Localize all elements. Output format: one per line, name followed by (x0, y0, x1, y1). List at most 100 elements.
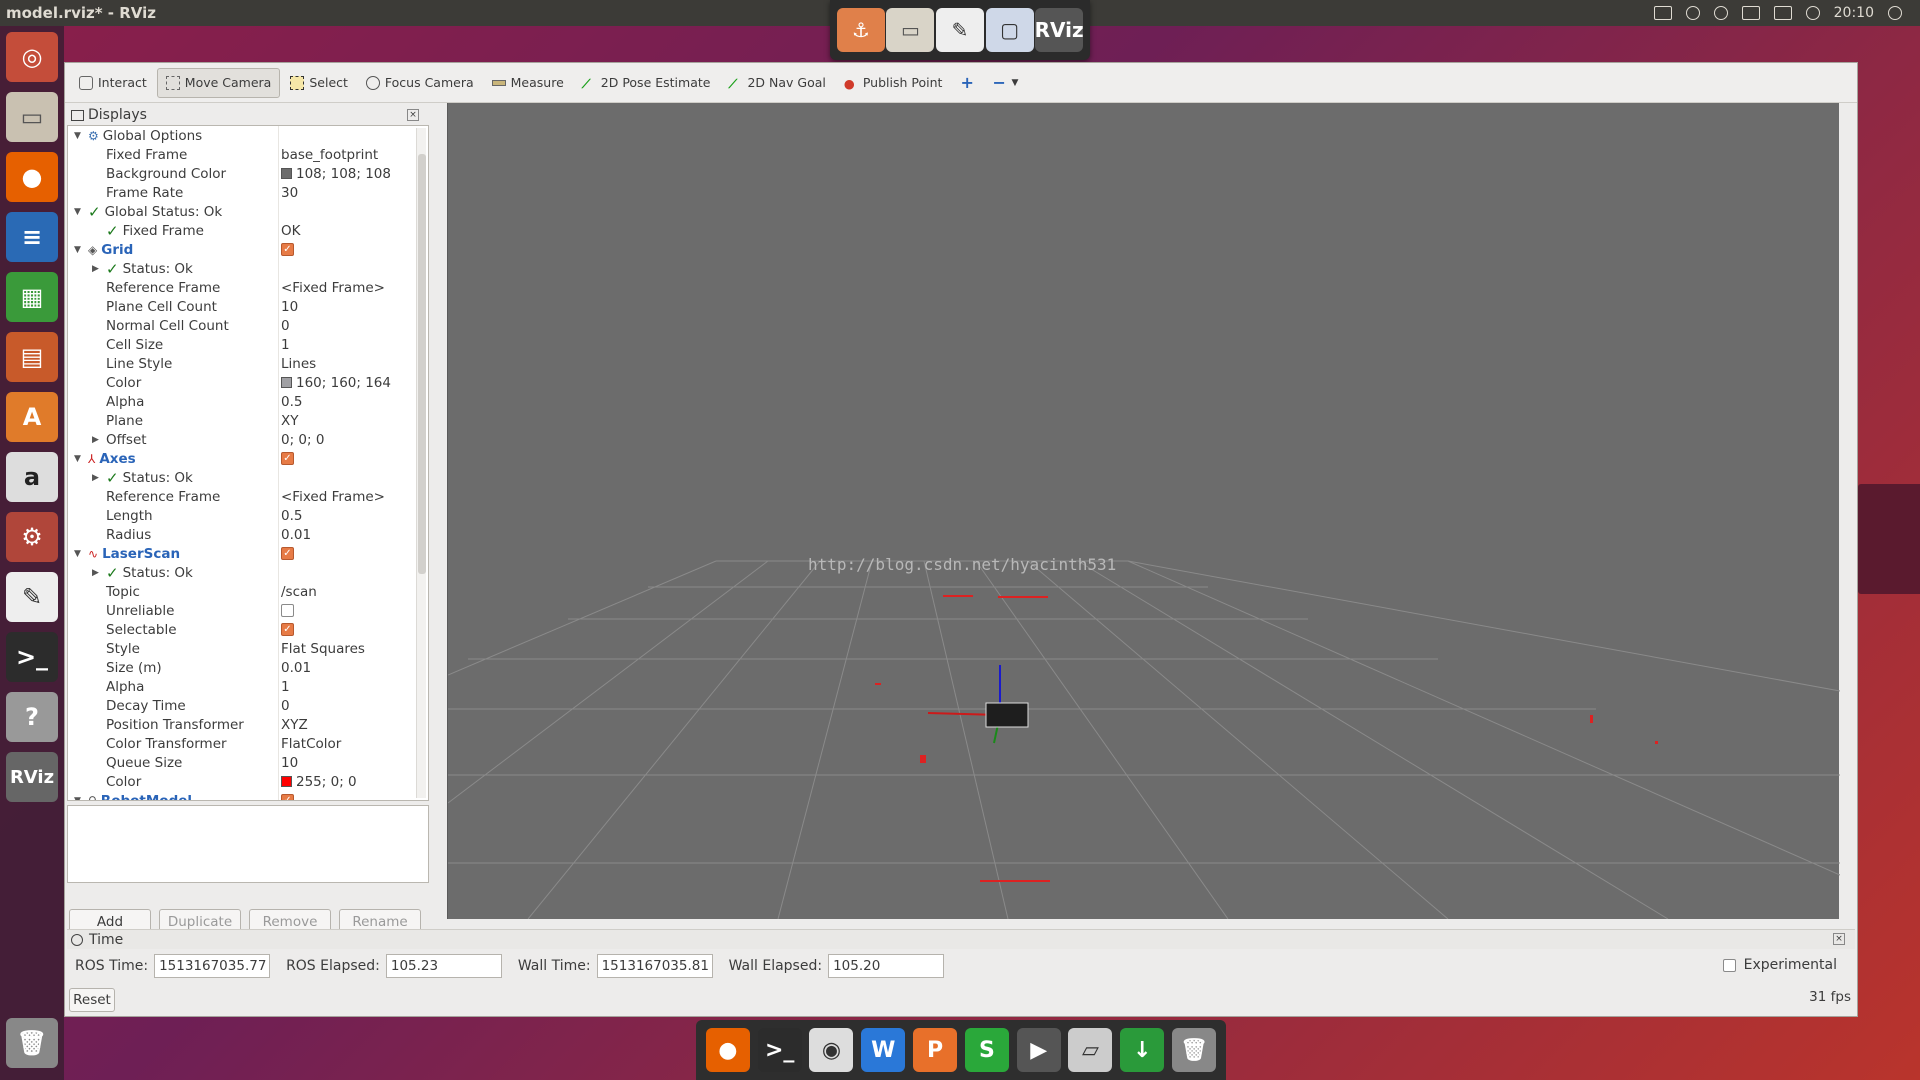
tree-row[interactable]: Plane XY (68, 411, 428, 430)
close-icon[interactable]: × (1833, 933, 1845, 945)
anchor-icon[interactable]: ⚓ (836, 8, 885, 52)
expand-right-icon[interactable]: ▶ (92, 264, 102, 274)
gear-icon[interactable] (1888, 6, 1902, 20)
tree-row[interactable]: ✓ Fixed Frame OK (68, 221, 428, 240)
expand-down-icon[interactable]: ▼ (74, 131, 84, 141)
publish-point-tool[interactable]: ● Publish Point (836, 68, 951, 98)
wall-elapsed-field[interactable]: 105.20 (828, 954, 945, 978)
media-icon[interactable]: ◉ (809, 1028, 854, 1072)
tree-row-value[interactable]: 30 (281, 185, 298, 201)
impress-icon[interactable]: ▤ (6, 332, 58, 382)
tree-row-value[interactable]: 0.01 (281, 660, 311, 676)
trash-icon[interactable]: 🗑 (6, 1018, 58, 1068)
tree-row-value[interactable]: base_footprint (281, 147, 378, 163)
tree-row-value[interactable] (281, 604, 298, 617)
expand-down-icon[interactable]: ▼ (74, 245, 84, 255)
files-icon[interactable]: ▭ (6, 92, 58, 142)
tree-row-value[interactable]: /scan (281, 584, 317, 600)
expand-down-icon[interactable]: ▼ (74, 796, 84, 801)
tree-row-value[interactable]: 10 (281, 755, 298, 771)
tree-row[interactable]: Topic/scan (68, 582, 428, 601)
tree-row-value[interactable]: 1 (281, 337, 290, 353)
tree-row-value[interactable]: <Fixed Frame> (281, 489, 385, 505)
tree-row[interactable]: Color 255; 0; 0 (68, 772, 428, 791)
tree-row[interactable]: ▶ ✓ Status: Ok (68, 563, 428, 582)
wifi-icon[interactable] (1685, 6, 1700, 20)
app-icon[interactable]: ▱ (1068, 1028, 1113, 1072)
tree-row[interactable]: Normal Cell Count 0 (68, 316, 428, 335)
editor-icon[interactable]: ✎ (935, 8, 984, 52)
keyboard-icon[interactable] (1653, 6, 1672, 20)
tree-row[interactable]: Selectable ✓ (68, 620, 428, 639)
measure-tool[interactable]: Measure (484, 68, 572, 98)
settings-icon[interactable]: ⚙ (6, 512, 58, 562)
ros-elapsed-field[interactable]: 105.23 (385, 954, 502, 978)
tree-row-value[interactable]: OK (281, 223, 300, 239)
tree-row[interactable]: Color 160; 160; 164 (68, 373, 428, 392)
mail-icon[interactable] (1741, 6, 1760, 20)
tree-row[interactable]: ▼ ∿ LaserScan ✓ (68, 544, 428, 563)
move-camera-tool[interactable]: Move Camera (156, 67, 281, 98)
expand-down-icon[interactable]: ▼ (74, 549, 84, 559)
expand-right-icon[interactable]: ▶ (92, 473, 102, 483)
files-icon[interactable]: ▭ (886, 8, 935, 52)
tree-row[interactable]: ▼ ◈ Grid ✓ (68, 240, 428, 259)
tree-row-value[interactable]: 0.01 (281, 527, 311, 543)
terminal-icon[interactable]: >_ (6, 632, 58, 682)
tree-row-value[interactable]: ✓ (281, 794, 298, 800)
render-viewport[interactable]: http://blog.csdn.net/hyacinth531 (447, 103, 1840, 919)
tree-row-value[interactable]: ✓ (281, 623, 298, 636)
tree-row[interactable]: Unreliable (68, 601, 428, 620)
color-swatch[interactable] (281, 168, 292, 179)
interact-tool[interactable]: Interact (71, 68, 155, 98)
remove-tool-button[interactable]: − ▼ (984, 68, 1026, 98)
tree-row-value[interactable]: 108; 108; 108 (281, 166, 391, 182)
tree-row-value[interactable]: ✓ (281, 547, 298, 560)
trash-icon[interactable]: 🗑 (1172, 1028, 1217, 1072)
tree-row-value[interactable]: 0; 0; 0 (281, 432, 324, 448)
tree-row[interactable]: ▼ ⚙ Global Options (68, 126, 428, 145)
download-icon[interactable]: ↓ (1120, 1028, 1165, 1072)
tree-row-value[interactable]: <Fixed Frame> (281, 280, 385, 296)
tree-row[interactable]: Style Flat Squares (68, 639, 428, 658)
writer-icon[interactable]: ≡ (6, 212, 58, 262)
tree-row[interactable]: Line Style Lines (68, 354, 428, 373)
pose-estimate-tool[interactable]: ⟋ 2D Pose Estimate (574, 68, 719, 98)
bluetooth-icon[interactable] (1713, 6, 1728, 20)
wps-spreadsheet-icon[interactable]: S (964, 1028, 1009, 1072)
enable-checkbox[interactable]: ✓ (281, 243, 294, 256)
tree-row-value[interactable]: ✓ (281, 452, 298, 465)
enable-checkbox[interactable] (281, 604, 294, 617)
tree-row[interactable]: Reference Frame <Fixed Frame> (68, 487, 428, 506)
wps-writer-icon[interactable]: W (861, 1028, 906, 1072)
tree-row[interactable]: Length 0.5 (68, 506, 428, 525)
tree-row[interactable]: Alpha 1 (68, 677, 428, 696)
tree-row[interactable]: ▼ ✓ Global Status: Ok (68, 202, 428, 221)
wall-time-field[interactable]: 1513167035.81 (596, 954, 713, 978)
tree-row-value[interactable]: 0 (281, 318, 290, 334)
tree-row[interactable]: ▶ Offset 0; 0; 0 (68, 430, 428, 449)
tree-row-value[interactable]: 0 (281, 698, 290, 714)
nav-goal-tool[interactable]: ⟋ 2D Nav Goal (720, 68, 833, 98)
video-icon[interactable]: ▶ (1016, 1028, 1061, 1072)
tree-row-value[interactable]: Lines (281, 356, 316, 372)
tree-row[interactable]: Radius 0.01 (68, 525, 428, 544)
tree-row-value[interactable]: 0.5 (281, 394, 302, 410)
expand-down-icon[interactable]: ▼ (74, 207, 84, 217)
rviz-icon[interactable]: RViz (6, 752, 58, 802)
tree-row[interactable]: ▼ ⚲ RobotModel ✓ (68, 791, 428, 801)
experimental-toggle[interactable]: Experimental (1722, 957, 1837, 973)
text-editor-icon[interactable]: ✎ (6, 572, 58, 622)
calc-icon[interactable]: ▦ (6, 272, 58, 322)
expand-down-icon[interactable]: ▼ (74, 454, 84, 464)
tree-row[interactable]: Position Transformer XYZ (68, 715, 428, 734)
expand-right-icon[interactable]: ▶ (92, 435, 102, 445)
color-swatch[interactable] (281, 776, 292, 787)
tree-row-value[interactable]: 255; 0; 0 (281, 774, 357, 790)
tree-row-value[interactable]: XYZ (281, 717, 308, 733)
software-center-icon[interactable]: A (6, 392, 58, 442)
rviz-icon[interactable]: RViz (1035, 8, 1084, 52)
tree-row[interactable]: ▼ ⅄ Axes ✓ (68, 449, 428, 468)
tree-row-value[interactable]: 160; 160; 164 (281, 375, 391, 391)
add-tool-button[interactable]: + (952, 68, 982, 98)
